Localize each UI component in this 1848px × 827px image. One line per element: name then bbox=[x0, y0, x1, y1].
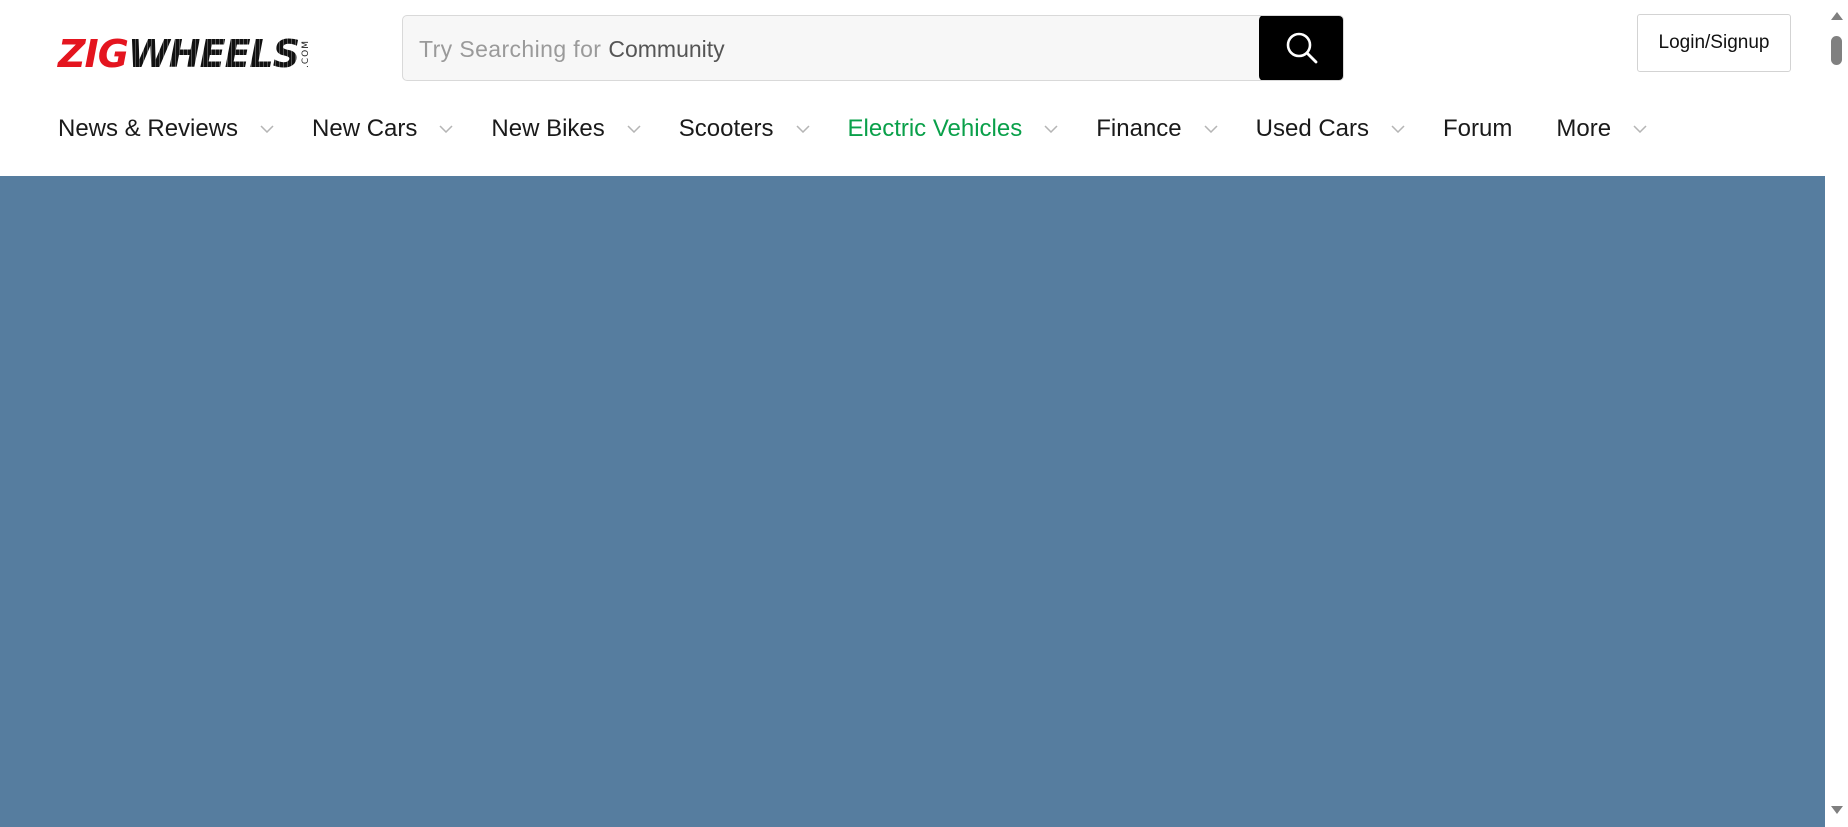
chevron-down-icon bbox=[439, 125, 453, 133]
scroll-down-arrow-icon[interactable] bbox=[1831, 806, 1843, 814]
search-button[interactable] bbox=[1259, 16, 1343, 80]
vertical-scrollbar[interactable] bbox=[1825, 0, 1848, 827]
logo-text-zig: ZIG bbox=[58, 32, 129, 76]
search-bar: Try Searching for Community bbox=[402, 15, 1344, 81]
nav-item-finance[interactable]: Finance bbox=[1096, 115, 1218, 143]
nav-item-forum[interactable]: Forum bbox=[1443, 115, 1512, 143]
nav-item-label: New Cars bbox=[312, 115, 418, 142]
login-signup-button[interactable]: Login/Signup bbox=[1637, 14, 1791, 72]
nav-item-electric-vehicles[interactable]: Electric Vehicles bbox=[848, 115, 1059, 143]
nav-item-label: Scooters bbox=[678, 115, 774, 142]
chevron-down-icon bbox=[1633, 125, 1647, 133]
chevron-down-icon bbox=[1204, 125, 1218, 133]
hero-banner-placeholder bbox=[0, 176, 1825, 827]
nav-item-used-cars[interactable]: Used Cars bbox=[1256, 115, 1405, 143]
chevron-down-icon bbox=[795, 125, 810, 133]
nav-item-label: More bbox=[1556, 115, 1612, 142]
zigwheels-logo[interactable]: ZIG WHEELS .COM bbox=[58, 34, 338, 74]
nav-item-label: New Bikes bbox=[491, 115, 605, 142]
nav-item-label: Forum bbox=[1443, 115, 1513, 142]
nav-item-news-reviews[interactable]: News & Reviews bbox=[58, 115, 274, 143]
nav-item-new-cars[interactable]: New Cars bbox=[312, 115, 453, 143]
nav-item-label: News & Reviews bbox=[58, 115, 239, 142]
logo-text-wheels: WHEELS bbox=[127, 32, 300, 76]
logo-text-com: .COM bbox=[301, 40, 312, 68]
nav-item-more[interactable]: More bbox=[1556, 115, 1647, 143]
chevron-down-icon bbox=[1044, 125, 1058, 133]
site-header: ZIG WHEELS .COM Try Searching for Commun… bbox=[0, 0, 1825, 176]
scroll-up-arrow-icon[interactable] bbox=[1831, 12, 1843, 20]
main-nav: News & Reviews New Cars New Bikes Scoote… bbox=[58, 114, 1647, 144]
chevron-down-icon bbox=[627, 125, 641, 133]
nav-item-scooters[interactable]: Scooters bbox=[679, 115, 810, 143]
nav-item-label: Finance bbox=[1096, 115, 1182, 142]
chevron-down-icon bbox=[1391, 125, 1405, 133]
nav-item-label: Used Cars bbox=[1255, 115, 1370, 142]
page: ZIG WHEELS .COM Try Searching for Commun… bbox=[0, 0, 1825, 827]
nav-item-label: Electric Vehicles bbox=[847, 115, 1023, 142]
search-input[interactable] bbox=[403, 16, 1261, 80]
scrollbar-thumb[interactable] bbox=[1831, 36, 1842, 65]
search-icon bbox=[1286, 32, 1317, 64]
nav-item-new-bikes[interactable]: New Bikes bbox=[491, 115, 641, 143]
chevron-down-icon bbox=[260, 125, 274, 133]
